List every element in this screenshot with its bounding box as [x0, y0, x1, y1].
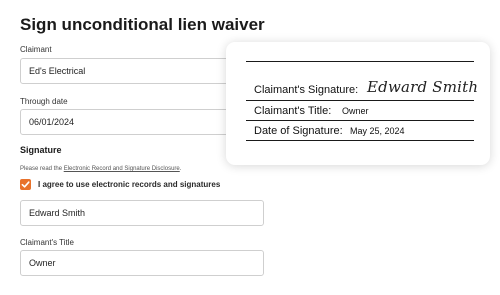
- claimant-title-input[interactable]: [20, 250, 264, 276]
- title-rule: [246, 120, 474, 121]
- signature-label: Claimant's Signature:: [254, 84, 359, 96]
- title-value: Owner: [342, 106, 369, 116]
- title-label: Claimant's Title:: [254, 105, 332, 117]
- agree-checkbox[interactable]: [20, 178, 31, 190]
- through-date-label: Through date: [20, 97, 68, 106]
- date-value: May 25, 2024: [350, 126, 405, 136]
- page-title: Sign unconditional lien waiver: [20, 15, 265, 34]
- check-icon: [21, 180, 30, 188]
- signature-preview-card: Claimant's Signature: Edward Smith Claim…: [226, 42, 490, 165]
- signature-rule: [246, 100, 474, 101]
- disclosure-text: Please read the Electronic Record and Si…: [20, 166, 181, 172]
- signer-name-input[interactable]: [20, 200, 264, 226]
- disclosure-suffix: .: [179, 166, 182, 172]
- date-rule: [246, 140, 474, 141]
- agree-row: I agree to use electronic records and si…: [20, 177, 220, 191]
- agree-label[interactable]: I agree to use electronic records and si…: [38, 180, 220, 189]
- disclosure-link[interactable]: Electronic Record and Signature Disclosu…: [64, 166, 180, 172]
- handwritten-signature: Edward Smith: [367, 78, 479, 96]
- signature-heading: Signature: [20, 145, 62, 155]
- claimant-label: Claimant: [20, 45, 52, 54]
- date-label: Date of Signature:: [254, 125, 343, 137]
- disclosure-prefix: Please read the: [20, 166, 64, 172]
- claimant-title-label: Claimant's Title: [20, 238, 74, 247]
- top-rule: [246, 61, 474, 62]
